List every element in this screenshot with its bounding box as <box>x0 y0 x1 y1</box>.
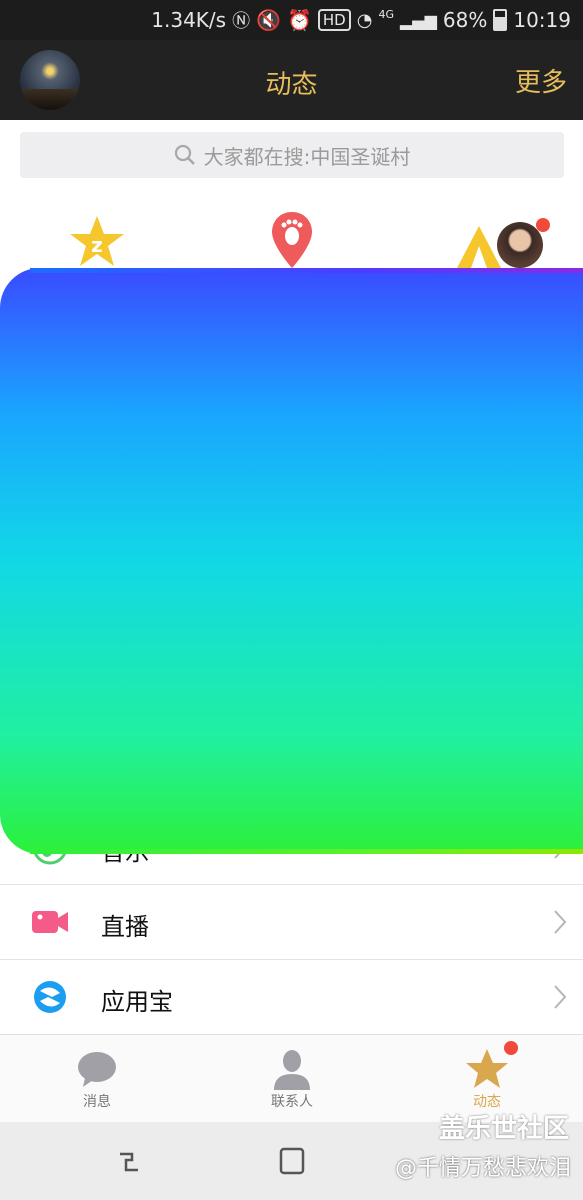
more-button[interactable]: 更多 <box>515 62 567 99</box>
edge-panel-handle[interactable] <box>574 336 583 578</box>
signal-icon: ▂▄▆ <box>399 10 437 30</box>
list-label: 游戏 <box>101 388 149 416</box>
gamepad-icon <box>34 383 66 410</box>
list-item-reading[interactable]: 阅读 <box>0 660 583 735</box>
chevron-right-icon <box>554 460 567 484</box>
footprint-pin-icon <box>272 212 312 268</box>
mute-icon: 🔇 <box>256 8 281 32</box>
quick-nearby[interactable]: 附近 <box>212 208 372 308</box>
battery-icon <box>493 9 508 31</box>
quick-label: 附近 <box>271 282 313 306</box>
chevron-right-icon <box>554 985 567 1009</box>
list-label: 看点 <box>101 538 149 566</box>
status-bar: 1.34K/s Ⓝ 🔇 ⏰ HD ◔ 4G ▂▄▆ 68% 10:19 <box>0 0 583 40</box>
quick-label: 兴趣部落 <box>445 282 529 306</box>
notification-dot <box>504 1041 518 1055</box>
home-icon[interactable] <box>278 1146 306 1176</box>
list-label: 音乐 <box>101 838 149 866</box>
recent-apps-icon[interactable] <box>116 1148 144 1176</box>
tribe-avatar <box>497 222 543 268</box>
svg-text:z: z <box>91 233 103 257</box>
battery-level: 68% <box>442 8 488 32</box>
page-title: 动态 <box>265 70 318 100</box>
chevron-right-icon <box>554 610 567 634</box>
helmet-icon <box>479 380 513 413</box>
alarm-icon: ⏰ <box>286 8 312 32</box>
chevron-right-icon <box>554 535 567 559</box>
game-promo-text: 领CFM限定头盔！ <box>292 390 447 412</box>
tab-messages[interactable]: 消息 <box>37 1047 157 1111</box>
notification-dot <box>511 368 525 382</box>
star-z-icon: z <box>70 216 124 266</box>
tab-contacts[interactable]: 联系人 <box>232 1047 352 1111</box>
search-input[interactable]: 大家都在搜:中国圣诞村 <box>20 132 564 178</box>
notification-dot <box>536 218 550 232</box>
network-type: 4G <box>378 7 394 21</box>
net-speed: 1.34K/s <box>151 8 227 32</box>
play-circle-icon <box>32 454 68 490</box>
video-camera-icon <box>32 911 68 933</box>
wifi-icon: ◔ <box>356 9 373 31</box>
list-label: 京东购物 <box>101 613 197 641</box>
quick-label: 好友动态 <box>55 282 139 306</box>
list-label: 动漫 <box>101 763 149 791</box>
chat-bubble-icon <box>78 1052 116 1087</box>
top-section: 大家都在搜:中国圣诞村 z 好友动态 附近 兴趣部落 <box>0 120 583 328</box>
list-item-app-store[interactable]: 应用宝 <box>0 960 583 1035</box>
list-label: 日迹 <box>101 463 149 491</box>
eye-icon <box>30 536 70 558</box>
list-item-anime[interactable]: 动漫 <box>0 735 583 810</box>
search-icon <box>174 144 195 165</box>
search-placeholder: 大家都在搜:中国圣诞村 <box>203 144 411 169</box>
quick-interest-tribe[interactable]: 兴趣部落 <box>407 208 567 308</box>
list-item-live[interactable]: 直播 <box>0 885 583 960</box>
list-label: 阅读 <box>101 688 149 716</box>
list-label: 应用宝 <box>101 988 173 1016</box>
list-item-kandian[interactable]: 看点 <box>0 510 583 585</box>
person-icon <box>274 1050 310 1090</box>
chevron-right-icon <box>554 835 567 859</box>
clock: 10:19 <box>513 8 571 32</box>
quick-friends-feed[interactable]: z 好友动态 <box>17 208 177 308</box>
header: 动态 更多 <box>0 40 583 120</box>
list-item-jd-shopping[interactable]: 京东购物 <box>0 585 583 660</box>
music-note-icon <box>32 829 68 865</box>
list-item-game[interactable]: 游戏 领CFM限定头盔！ <box>0 360 583 435</box>
chevron-right-icon <box>554 685 567 709</box>
tab-moments[interactable]: 动态 <box>427 1041 547 1111</box>
chevron-right-icon <box>554 760 567 784</box>
anime-face-icon <box>31 757 69 787</box>
list-item-daily-trace[interactable]: 日迹 <box>0 435 583 510</box>
hd-badge: HD <box>317 9 351 31</box>
tab-label: 消息 <box>83 1094 111 1110</box>
chevron-right-icon <box>554 385 567 409</box>
star-icon <box>466 1049 508 1088</box>
bookmark-icon <box>38 681 62 715</box>
list-item-music[interactable]: 音乐 <box>0 810 583 885</box>
list-label: 直播 <box>101 913 149 941</box>
chevron-right-icon <box>554 910 567 934</box>
watermark-user: @千情万愁悲欢泪 <box>394 1156 571 1181</box>
jd-bag-icon <box>36 607 64 637</box>
nfc-icon: Ⓝ <box>232 11 251 32</box>
watermark-site: 盖乐世社区 <box>438 1114 569 1144</box>
tab-label: 联系人 <box>271 1094 313 1110</box>
app-store-icon <box>34 981 66 1013</box>
feature-list: 游戏 领CFM限定头盔！ 日迹 看点 京东购物 阅读 动漫 音乐 直播 应用宝 <box>0 360 583 1035</box>
